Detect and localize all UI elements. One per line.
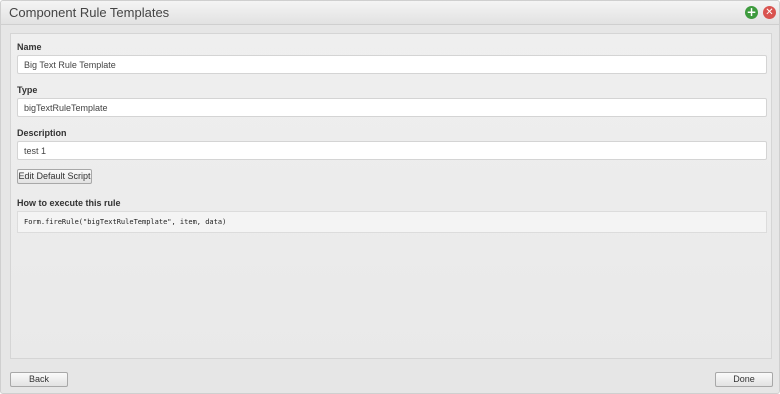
plus-circle-icon[interactable]: + xyxy=(745,6,758,19)
back-button[interactable]: Back xyxy=(10,372,68,387)
dialog-titlebar: Component Rule Templates + ✕ xyxy=(1,1,779,25)
close-circle-icon[interactable]: ✕ xyxy=(763,6,776,19)
done-button[interactable]: Done xyxy=(715,372,773,387)
description-label: Description xyxy=(17,128,67,138)
how-to-execute-label: How to execute this rule xyxy=(17,198,121,208)
how-to-execute-code: Form.fireRule("bigTextRuleTemplate", ite… xyxy=(17,211,767,233)
type-field[interactable] xyxy=(17,98,767,117)
type-label: Type xyxy=(17,85,38,95)
description-field[interactable] xyxy=(17,141,767,160)
dialog-title: Component Rule Templates xyxy=(9,5,170,20)
form-panel: Name Type Description Edit Default Scrip… xyxy=(10,33,772,359)
name-field[interactable] xyxy=(17,55,767,74)
component-rule-templates-dialog: Component Rule Templates + ✕ Name Type D… xyxy=(0,0,780,394)
name-label: Name xyxy=(17,42,42,52)
edit-default-script-button[interactable]: Edit Default Script xyxy=(17,169,92,184)
